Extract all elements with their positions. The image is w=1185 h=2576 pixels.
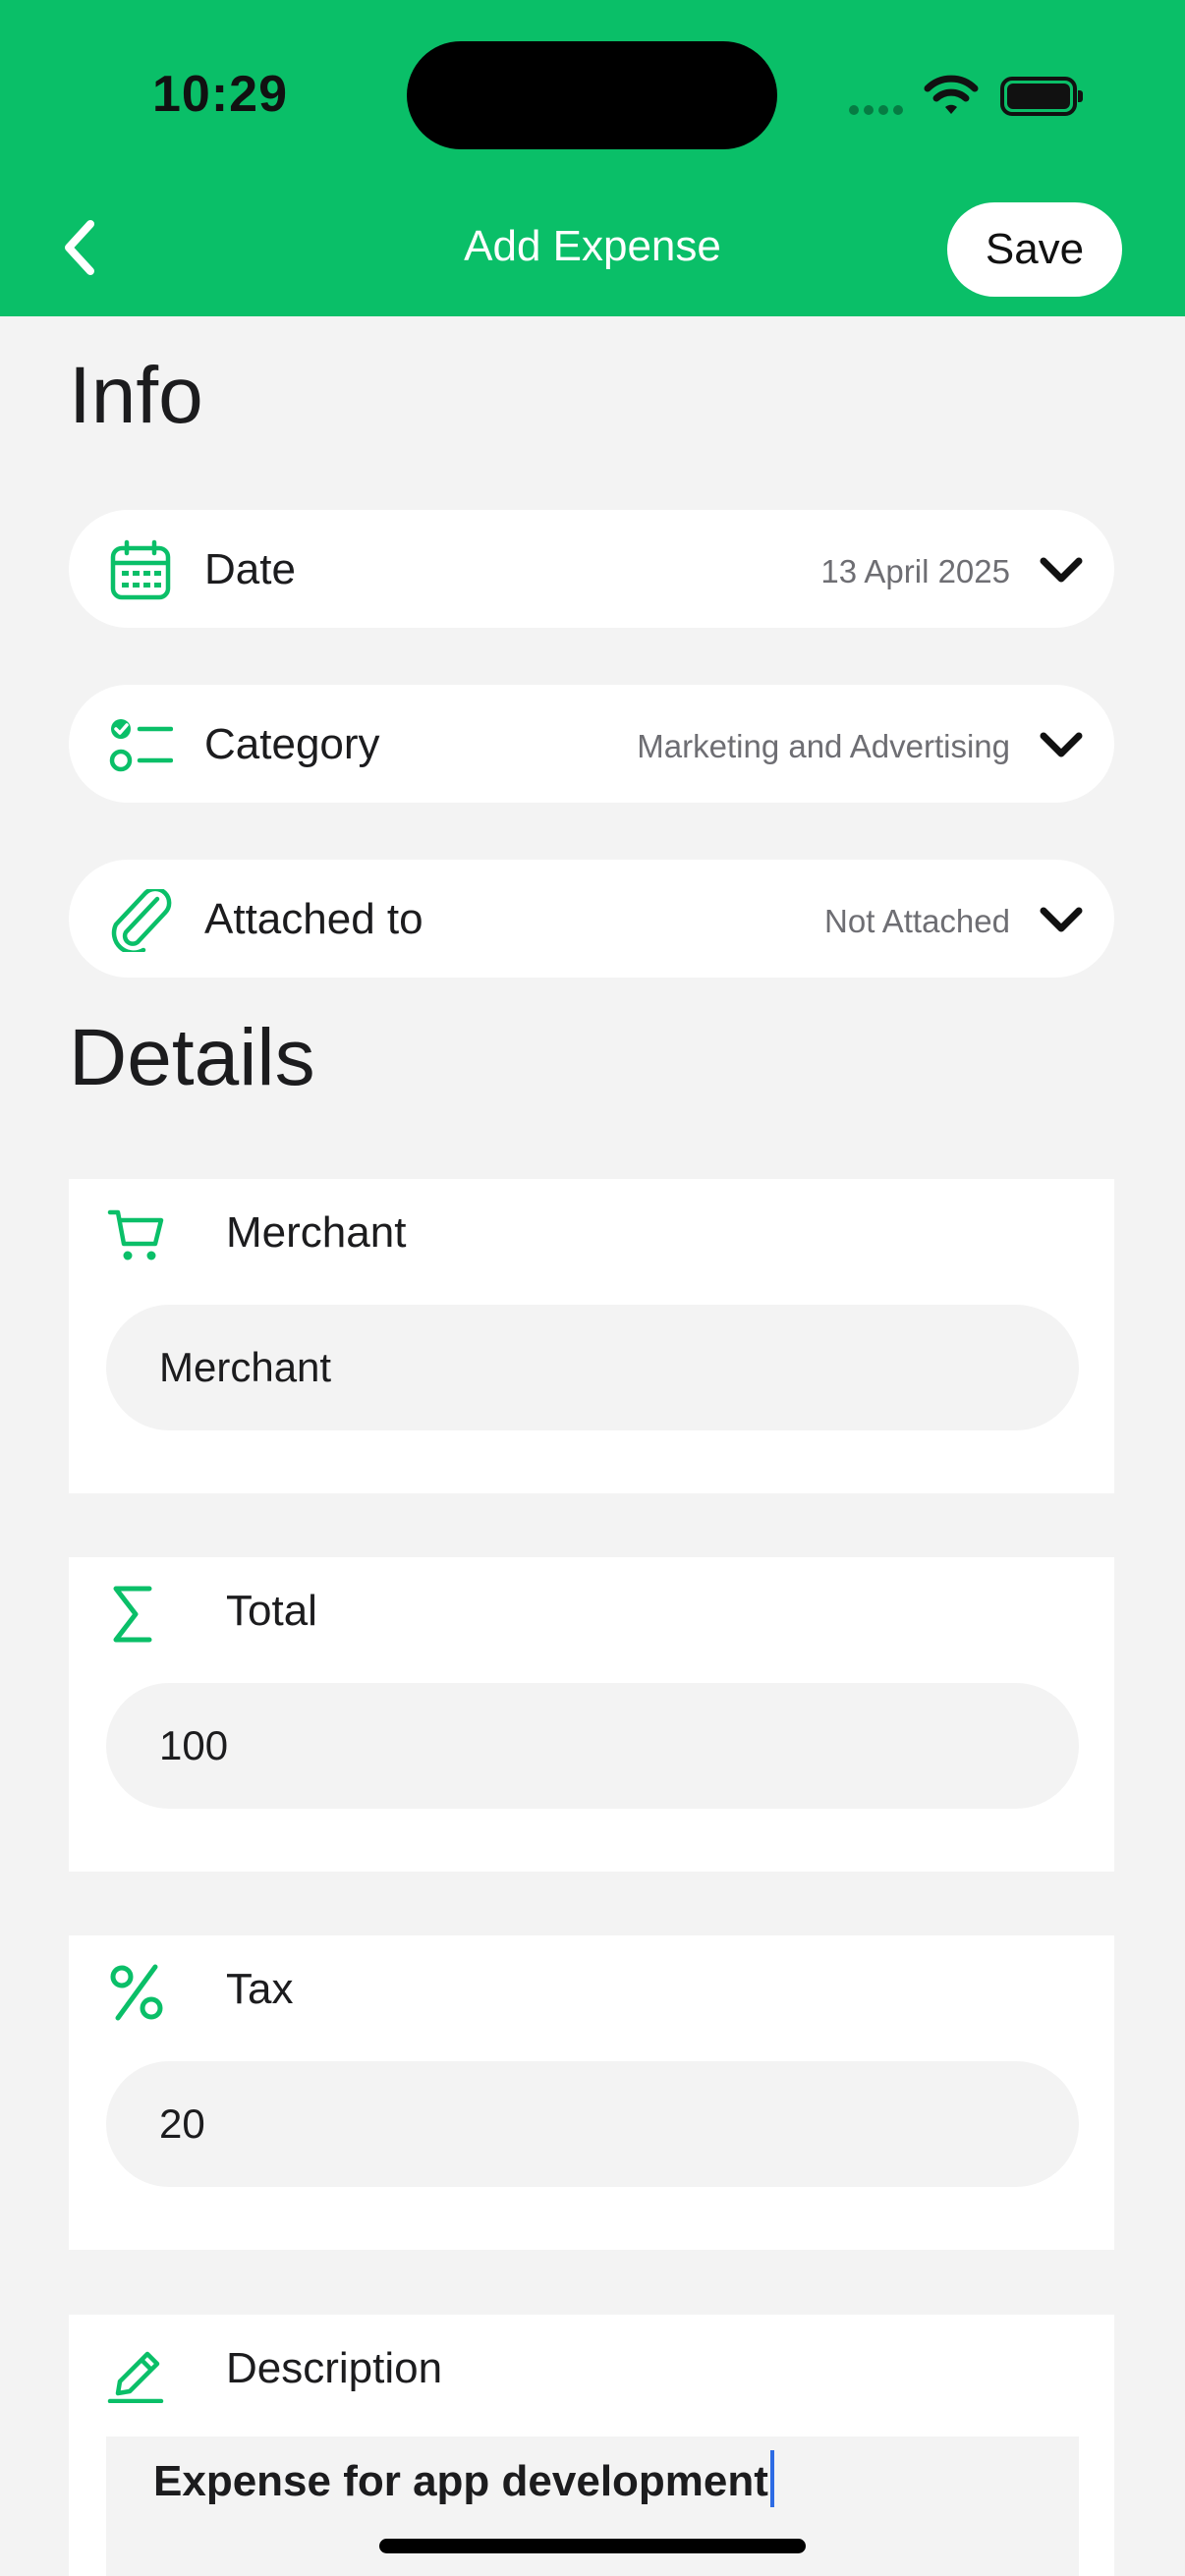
category-value: Marketing and Advertising bbox=[637, 728, 1010, 764]
description-label: Description bbox=[226, 2344, 443, 2392]
date-selector[interactable]: Date 13 April 2025 bbox=[69, 510, 1114, 628]
info-section-title: Info bbox=[69, 351, 203, 440]
checklist-icon bbox=[109, 719, 173, 772]
total-input[interactable]: 100 bbox=[106, 1683, 1079, 1809]
tax-card: Tax 20 bbox=[69, 1935, 1114, 2250]
text-caret bbox=[769, 2450, 774, 2507]
save-button[interactable]: Save bbox=[947, 202, 1122, 297]
tax-input[interactable]: 20 bbox=[106, 2061, 1079, 2187]
battery-icon bbox=[1000, 77, 1083, 116]
dynamic-island bbox=[407, 41, 777, 149]
attached-to-selector[interactable]: Attached to Not Attached bbox=[69, 860, 1114, 978]
chevron-down-icon bbox=[1040, 557, 1083, 583]
app-header: 10:29 Add Expense Save bbox=[0, 0, 1185, 316]
status-time: 10:29 bbox=[152, 66, 288, 123]
date-label: Date bbox=[204, 545, 296, 593]
chevron-down-icon bbox=[1040, 732, 1083, 757]
calendar-icon bbox=[110, 539, 171, 600]
cellular-signal-icon bbox=[849, 102, 908, 120]
total-card: Total 100 bbox=[69, 1557, 1114, 1872]
attached-to-label: Attached to bbox=[204, 895, 423, 943]
total-label: Total bbox=[226, 1587, 317, 1635]
merchant-input[interactable]: Merchant bbox=[106, 1305, 1079, 1430]
category-selector[interactable]: Category Marketing and Advertising bbox=[69, 685, 1114, 803]
sigma-icon bbox=[113, 1586, 152, 1643]
category-label: Category bbox=[204, 720, 380, 768]
home-indicator bbox=[379, 2539, 806, 2553]
description-text: Expense for app development bbox=[153, 2457, 768, 2505]
attached-to-value: Not Attached bbox=[824, 903, 1010, 939]
details-section-title: Details bbox=[69, 1013, 315, 1102]
chevron-down-icon bbox=[1040, 907, 1083, 932]
description-textarea[interactable]: Expense for app development bbox=[106, 2436, 1079, 2576]
date-value: 13 April 2025 bbox=[820, 553, 1010, 589]
cart-icon bbox=[107, 1209, 164, 1260]
pencil-icon bbox=[107, 2351, 164, 2403]
wifi-icon bbox=[924, 75, 979, 114]
merchant-label: Merchant bbox=[226, 1208, 407, 1257]
paperclip-icon bbox=[111, 889, 172, 952]
percent-icon bbox=[110, 1964, 163, 2021]
tax-label: Tax bbox=[226, 1965, 294, 2013]
merchant-card: Merchant Merchant bbox=[69, 1179, 1114, 1493]
description-card: Description Expense for app development bbox=[69, 2315, 1114, 2576]
